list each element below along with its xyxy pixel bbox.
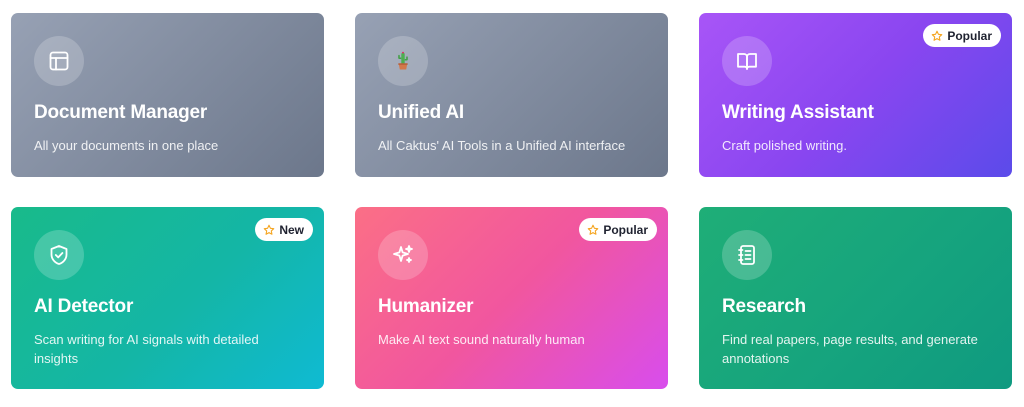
card-research[interactable]: Research Find real papers, page results,… bbox=[699, 207, 1012, 389]
card-title: Document Manager bbox=[34, 102, 208, 123]
card-title: Writing Assistant bbox=[722, 102, 874, 123]
popular-badge: Popular bbox=[923, 24, 1001, 47]
badge-label: Popular bbox=[947, 28, 992, 43]
card-title: AI Detector bbox=[34, 296, 134, 317]
card-title: Humanizer bbox=[378, 296, 474, 317]
card-description: Make AI text sound naturally human bbox=[378, 332, 585, 347]
layout-icon bbox=[34, 36, 84, 86]
star-icon bbox=[932, 30, 943, 41]
cactus-icon bbox=[378, 36, 428, 86]
card-ai-detector[interactable]: New AI Detector Scan writing for AI sign… bbox=[11, 207, 324, 389]
card-description: All Caktus' AI Tools in a Unified AI int… bbox=[378, 138, 626, 153]
badge-label: New bbox=[279, 222, 304, 237]
new-badge: New bbox=[255, 218, 313, 241]
card-writing-assistant[interactable]: Popular Writing Assistant Craft polished… bbox=[699, 13, 1012, 177]
open-book-icon bbox=[722, 36, 772, 86]
card-document-manager[interactable]: Document Manager All your documents in o… bbox=[11, 13, 324, 177]
card-humanizer[interactable]: Popular Humanizer Make AI text sound nat… bbox=[355, 207, 668, 389]
badge-label: Popular bbox=[603, 222, 648, 237]
star-icon bbox=[588, 224, 599, 235]
card-unified-ai[interactable]: Unified AI All Caktus' AI Tools in a Uni… bbox=[355, 13, 668, 177]
sparkles-icon bbox=[378, 230, 428, 280]
notebook-icon bbox=[722, 230, 772, 280]
star-icon bbox=[264, 224, 275, 235]
card-description: Scan writing for AI signals with detaile… bbox=[34, 332, 259, 366]
card-title: Unified AI bbox=[378, 102, 464, 123]
card-description: Craft polished writing. bbox=[722, 138, 847, 153]
card-description: Find real papers, page results, and gene… bbox=[722, 332, 978, 366]
popular-badge: Popular bbox=[579, 218, 657, 241]
card-description: All your documents in one place bbox=[34, 138, 219, 153]
card-title: Research bbox=[722, 296, 806, 317]
shield-check-icon bbox=[34, 230, 84, 280]
